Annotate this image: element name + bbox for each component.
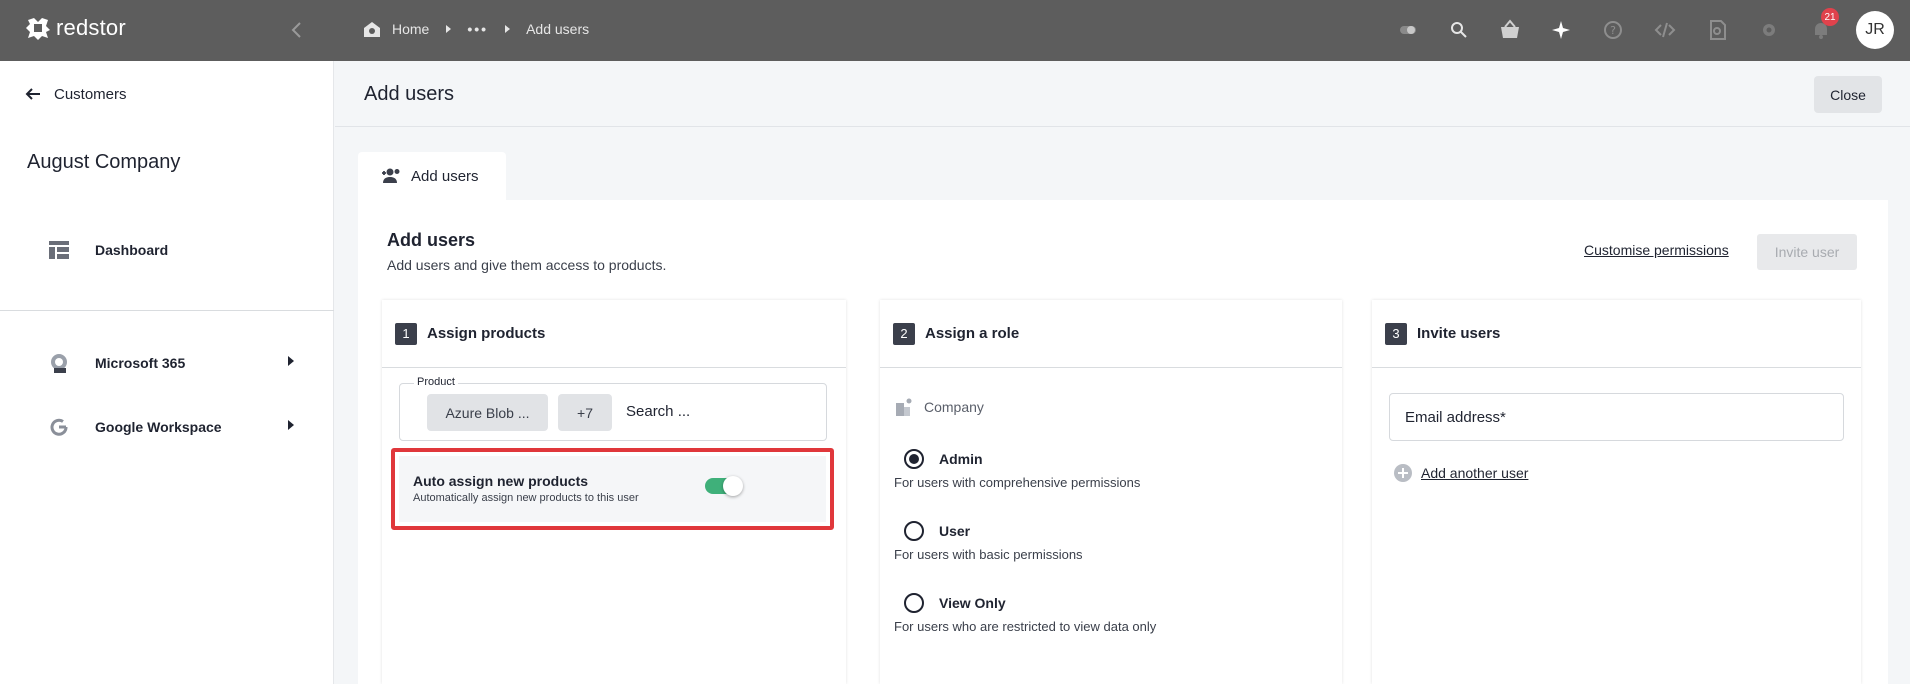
more-products-chip[interactable]: +7 <box>558 394 612 431</box>
back-label: Customers <box>54 85 127 103</box>
auto-assign-description: Automatically assign new products to thi… <box>413 492 639 504</box>
customise-permissions-link[interactable]: Customise permissions <box>1584 242 1729 258</box>
role-scope-label: Company <box>924 399 984 415</box>
back-to-customers-link[interactable]: Customers <box>24 85 127 103</box>
add-users-icon <box>382 168 400 183</box>
panel-title: Assign a role <box>925 325 1020 342</box>
tab-label: Add users <box>411 167 479 185</box>
role-description: For users with comprehensive permissions <box>894 475 1141 490</box>
assign-role-panel: 2 Assign a role Company Admin For users … <box>880 300 1342 684</box>
auto-assign-title: Auto assign new products <box>413 473 589 489</box>
organisation-title: August Company <box>27 151 181 173</box>
top-bar: redstor Home ••• Add users ? 21 JR <box>0 0 1910 61</box>
plus-circle-icon <box>1394 464 1412 482</box>
role-option-user[interactable]: User <box>904 521 970 541</box>
page-header: Add users Close <box>335 61 1910 127</box>
company-building-icon <box>896 398 912 416</box>
avatar[interactable]: JR <box>1856 11 1894 49</box>
toggle-theme-icon[interactable] <box>1396 18 1420 42</box>
card-title: Add users <box>387 230 476 250</box>
sidebar-item-microsoft-365[interactable]: Microsoft 365 <box>48 352 185 374</box>
panel-header: 1 Assign products <box>382 300 846 368</box>
auto-assign-highlight: Auto assign new products Automatically a… <box>391 448 834 530</box>
arrow-left-icon <box>25 88 40 100</box>
invite-user-button[interactable]: Invite user <box>1757 234 1857 270</box>
document-search-icon[interactable] <box>1706 18 1730 42</box>
card-subtitle: Add users and give them access to produc… <box>387 257 667 273</box>
add-another-label: Add another user <box>1421 465 1529 481</box>
breadcrumb-home[interactable]: Home <box>392 21 429 37</box>
breadcrumb: Home ••• Add users <box>362 19 589 39</box>
radio-selected[interactable] <box>904 449 924 469</box>
role-label: Admin <box>939 451 983 467</box>
product-chip[interactable]: Azure Blob ... <box>427 394 548 431</box>
invite-users-panel: 3 Invite users Add another user <box>1372 300 1861 684</box>
notification-count-badge: 21 <box>1821 8 1839 26</box>
product-multiselect[interactable]: Product Azure Blob ... +7 Search ... <box>399 376 827 441</box>
assign-products-panel: 1 Assign products Product Azure Blob ...… <box>382 300 846 684</box>
search-icon[interactable] <box>1447 18 1471 42</box>
step-number: 3 <box>1385 322 1407 345</box>
add-another-user-link[interactable]: Add another user <box>1393 463 1528 483</box>
panel-title: Assign products <box>427 325 546 342</box>
role-option-admin[interactable]: Admin <box>904 449 983 469</box>
panel-header: 2 Assign a role <box>880 300 1342 368</box>
auto-assign-row: Auto assign new products Automatically a… <box>399 456 826 522</box>
gear-icon[interactable] <box>1757 18 1781 42</box>
page-title: Add users <box>364 83 455 105</box>
panel-header: 3 Invite users <box>1372 300 1861 368</box>
step-number: 2 <box>893 322 915 345</box>
expand-caret-icon[interactable] <box>286 419 296 431</box>
dashboard-icon <box>49 241 69 259</box>
google-icon <box>50 418 68 436</box>
step-number: 1 <box>395 322 417 345</box>
basket-icon[interactable] <box>1498 18 1522 42</box>
role-label: View Only <box>939 595 1006 611</box>
main-content: Add users Close Add users Add users Add … <box>335 61 1910 684</box>
role-scope: Company <box>894 397 984 417</box>
breadcrumb-more[interactable]: ••• <box>467 21 488 37</box>
radio-unselected[interactable] <box>904 521 924 541</box>
collapse-sidebar-icon[interactable] <box>285 18 309 42</box>
breadcrumb-current: Add users <box>526 21 590 37</box>
code-icon[interactable] <box>1653 18 1677 42</box>
sidebar: Customers August Company Dashboard Micro… <box>0 61 334 684</box>
sparkle-icon[interactable] <box>1549 18 1573 42</box>
product-field-label: Product <box>414 376 458 388</box>
role-description: For users with basic permissions <box>894 547 1083 562</box>
role-option-view-only[interactable]: View Only <box>904 593 1006 613</box>
panel-title: Invite users <box>1417 325 1501 342</box>
sidebar-divider <box>0 310 334 311</box>
close-button[interactable]: Close <box>1814 76 1882 113</box>
sidebar-item-google-workspace[interactable]: Google Workspace <box>48 416 222 438</box>
expand-caret-icon[interactable] <box>286 355 296 367</box>
sidebar-item-label: Google Workspace <box>95 419 222 435</box>
radio-unselected[interactable] <box>904 593 924 613</box>
brand[interactable]: redstor <box>24 14 126 42</box>
sidebar-item-label: Dashboard <box>95 242 169 258</box>
home-icon[interactable] <box>362 19 382 39</box>
auto-assign-toggle[interactable] <box>705 476 743 496</box>
email-field[interactable] <box>1389 393 1844 441</box>
toggle-knob <box>723 476 743 496</box>
brand-name: redstor <box>56 15 126 40</box>
add-users-card: Add users Add users and give them access… <box>358 200 1888 684</box>
chevron-right-icon <box>505 25 511 33</box>
redstor-logo-icon <box>26 18 50 40</box>
tab-add-users[interactable]: Add users <box>358 152 506 200</box>
help-icon[interactable]: ? <box>1601 18 1625 42</box>
product-search-input[interactable]: Search ... <box>626 403 690 420</box>
sidebar-item-dashboard[interactable]: Dashboard <box>48 239 168 261</box>
sidebar-item-label: Microsoft 365 <box>95 355 186 371</box>
svg-text:?: ? <box>1610 24 1616 37</box>
chevron-right-icon <box>446 25 452 33</box>
role-description: For users who are restricted to view dat… <box>894 619 1157 634</box>
m365-icon <box>51 354 67 373</box>
role-label: User <box>939 523 971 539</box>
